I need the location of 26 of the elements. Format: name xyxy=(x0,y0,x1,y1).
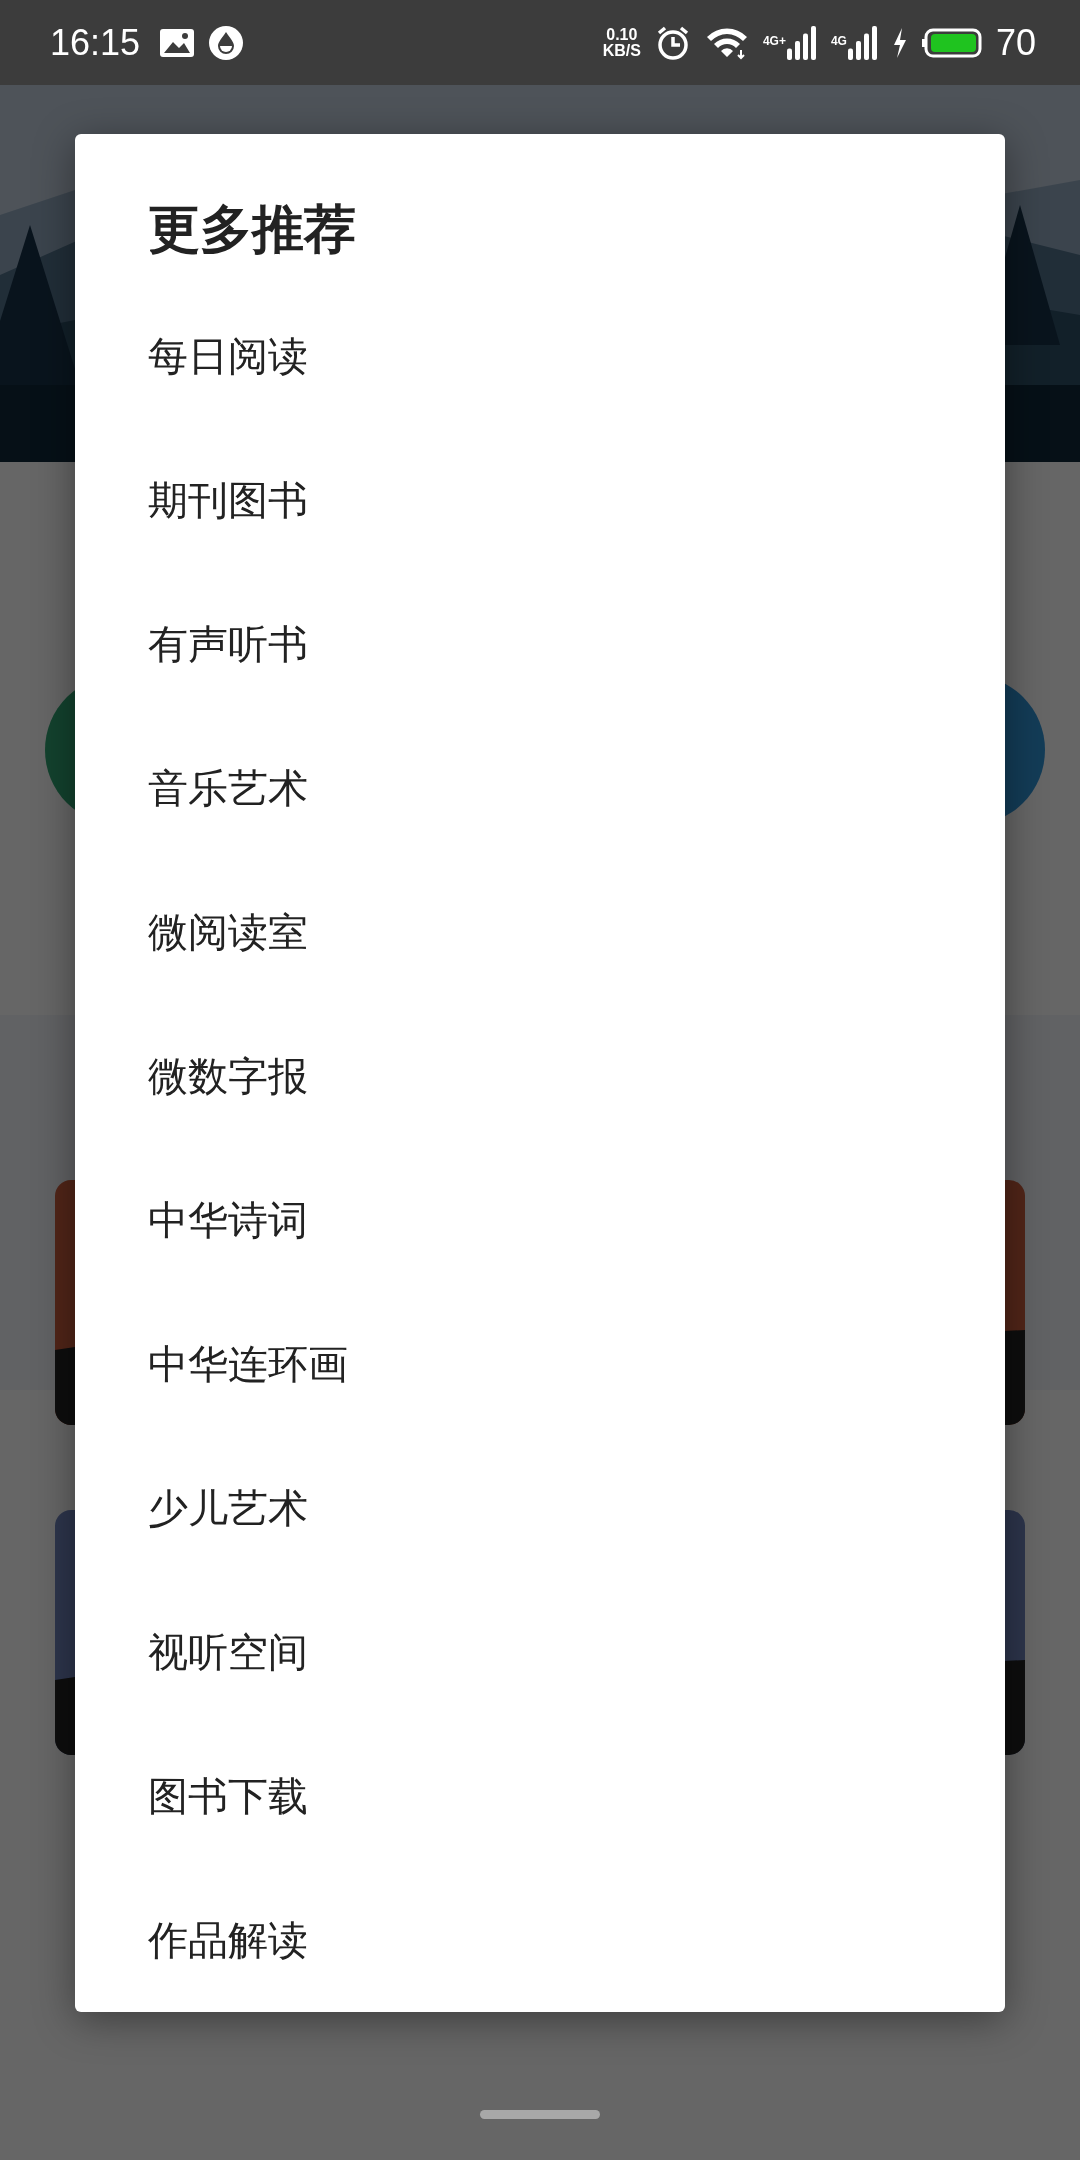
network-type: 4G+ xyxy=(762,33,786,48)
menu-item[interactable]: 作品解读 xyxy=(75,1868,1005,2012)
network-type: 4G xyxy=(830,33,847,48)
network-speed: 0.10 xyxy=(606,26,638,43)
menu-item[interactable]: 微阅读室 xyxy=(75,860,1005,1004)
menu-item[interactable]: 每日阅读 xyxy=(75,284,1005,428)
clock-time: 16:15 xyxy=(50,21,141,64)
menu-item[interactable]: 视听空间 xyxy=(75,1580,1005,1724)
menu-item[interactable]: 图书下载 xyxy=(75,1724,1005,1868)
menu-item[interactable]: 少儿艺术 xyxy=(75,1436,1005,1580)
signal-icon xyxy=(786,25,817,60)
network-speed-unit: KB/S xyxy=(602,42,641,59)
bolt-icon xyxy=(891,27,908,58)
menu-item[interactable]: 微数字报 xyxy=(75,1004,1005,1148)
battery-level: 70 xyxy=(995,21,1036,64)
menu-item[interactable]: 有声听书 xyxy=(75,572,1005,716)
signal-icon xyxy=(847,25,878,60)
menu-item[interactable]: 音乐艺术 xyxy=(75,716,1005,860)
menu-item[interactable]: 中华连环画 xyxy=(75,1292,1005,1436)
battery-icon xyxy=(921,27,982,58)
home-indicator[interactable] xyxy=(480,2110,600,2119)
image-icon xyxy=(160,28,195,57)
drop-icon xyxy=(208,24,245,61)
menu-item[interactable]: 期刊图书 xyxy=(75,428,1005,572)
dialog-title: 更多推荐 xyxy=(148,199,356,260)
menu-item[interactable]: 中华诗词 xyxy=(75,1148,1005,1292)
